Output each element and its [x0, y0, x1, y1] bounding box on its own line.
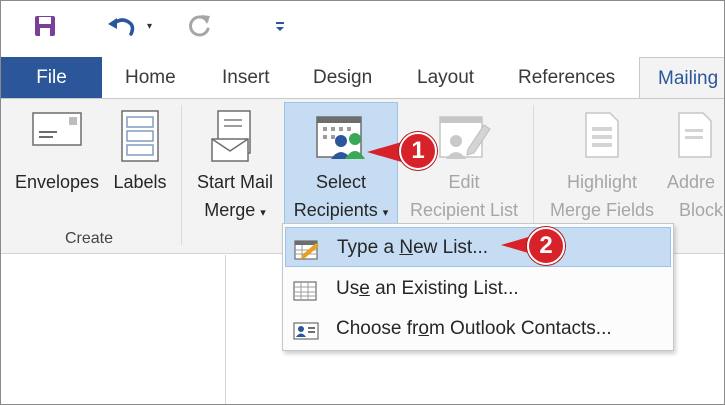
- highlight-merge-fields-label-line2: Merge Fields: [549, 200, 655, 220]
- save-icon[interactable]: [33, 11, 57, 41]
- start-mail-merge-icon: [210, 109, 260, 170]
- callout-badge-1: 1: [399, 132, 437, 170]
- customize-icon[interactable]: [273, 11, 287, 41]
- select-recipients-menu: Type a New List... Use an Existing List.…: [282, 223, 674, 351]
- edit-recipient-list-label-line1: Edit: [448, 172, 480, 192]
- ribbon-tab-bar: File Home Insert Design Layout Reference…: [1, 57, 724, 100]
- contacts-card-icon: [293, 317, 319, 357]
- labels-icon: [118, 109, 162, 170]
- labels-label: Labels: [113, 172, 167, 192]
- menu-item-label: Use an Existing List...: [336, 278, 519, 299]
- menu-item-label: Type a New List...: [337, 237, 489, 258]
- group-create-label: Create: [65, 230, 114, 247]
- select-recipients-icon: [313, 109, 369, 168]
- tab-home[interactable]: Home: [125, 57, 176, 99]
- tab-references[interactable]: References: [518, 57, 615, 99]
- group-separator: [181, 105, 182, 245]
- word-window: ▾ File Home Insert Design Layout Referen…: [0, 0, 725, 405]
- tab-layout[interactable]: Layout: [417, 57, 474, 99]
- select-recipients-label-line2: Recipients ▾: [293, 200, 389, 220]
- envelope-icon: [31, 109, 83, 156]
- menu-item-outlook-contacts[interactable]: Choose from Outlook Contacts...: [285, 309, 671, 349]
- tab-mailings[interactable]: Mailing: [639, 57, 724, 100]
- address-block-icon: [675, 109, 715, 168]
- document-margin-line: [225, 255, 226, 404]
- start-mail-merge-label-line2: Merge ▾: [204, 200, 266, 220]
- start-mail-merge-label-line1: Start Mail: [196, 172, 274, 192]
- envelopes-button[interactable]: Envelopes: [5, 103, 109, 223]
- address-block-label-line1: Addre: [667, 172, 716, 192]
- quick-access-toolbar: ▾: [1, 1, 724, 57]
- menu-item-use-existing-list[interactable]: Use an Existing List...: [285, 269, 671, 309]
- tab-file[interactable]: File: [1, 57, 102, 99]
- highlight-merge-fields-button[interactable]: Highlight Merge Fields: [539, 103, 665, 223]
- edit-recipient-list-icon: [436, 109, 492, 168]
- menu-item-label: Choose from Outlook Contacts...: [336, 318, 612, 339]
- start-mail-merge-button[interactable]: Start Mail Merge ▾: [187, 103, 283, 223]
- redo-icon[interactable]: [187, 11, 213, 41]
- callout-badge-2: 2: [527, 227, 565, 265]
- edit-recipient-list-label-line2: Recipient List: [409, 200, 519, 220]
- undo-dropdown-icon[interactable]: ▾: [147, 11, 152, 41]
- address-block-button[interactable]: Addre Block: [665, 103, 724, 223]
- highlight-merge-fields-icon: [582, 109, 622, 168]
- highlight-merge-fields-label-line1: Highlight: [566, 172, 638, 192]
- menu-item-type-new-list[interactable]: Type a New List...: [285, 227, 671, 267]
- envelopes-label: Envelopes: [14, 172, 100, 192]
- undo-icon[interactable]: [107, 11, 137, 41]
- labels-button[interactable]: Labels: [107, 103, 173, 223]
- select-recipients-label-line1: Select: [315, 172, 367, 192]
- tab-insert[interactable]: Insert: [222, 57, 270, 99]
- address-block-label-line2: Block: [679, 200, 724, 220]
- tab-design[interactable]: Design: [313, 57, 372, 99]
